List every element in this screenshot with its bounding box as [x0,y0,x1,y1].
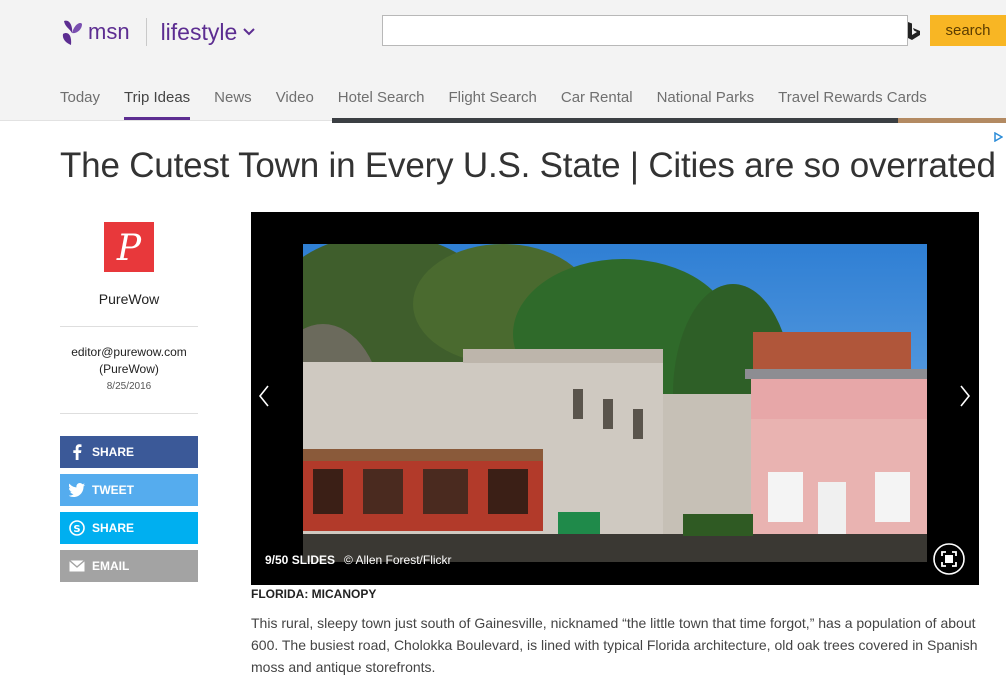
twitter-share-button[interactable]: TWEET [60,474,198,506]
nav-item-flight-search[interactable]: Flight Search [449,86,537,120]
photo-credit: © Allen Forest/Flickr [344,553,452,567]
author-logo-mark: P [116,228,142,269]
share-divider [60,413,198,414]
nav-item-news[interactable]: News [214,86,252,120]
article-title: The Cutest Town in Every U.S. State | Ci… [60,146,996,185]
facebook-icon [68,443,86,461]
bing-icon [908,22,920,40]
slide-count: 9/50 SLIDES [265,553,336,567]
nav-item-today[interactable]: Today [60,86,100,120]
nav-item-trip-ideas[interactable]: Trip Ideas [124,86,191,120]
author-email: editor@purewow.com [71,345,187,359]
slide-title: FLORIDA: MICANOPY [251,587,377,601]
facebook-share-button[interactable]: SHARE [60,436,198,468]
msn-butterfly-icon [62,20,82,45]
slide-photo [303,244,927,562]
svg-text:P: P [116,228,142,269]
slideshow: 9/50 SLIDES © Allen Forest/Flickr [251,212,979,585]
nav-item-national-parks[interactable]: National Parks [657,86,755,120]
search-input[interactable] [382,15,908,46]
chevron-down-icon[interactable] [243,27,255,37]
main-nav: Today Trip Ideas News Video Hotel Search… [60,86,951,120]
next-arrow-icon[interactable] [958,384,972,408]
author-name[interactable]: PureWow [60,291,198,307]
email-share-label: EMAIL [92,559,130,573]
logo-divider [145,18,147,46]
skype-share-label: SHARE [92,521,135,535]
brand-name: msn [88,19,130,44]
site-header: msn lifestyle search Today Trip Ideas Ne… [0,0,1006,121]
skype-share-button[interactable]: S SHARE [60,512,198,544]
search-bar: search [382,15,1006,46]
skype-icon: S [68,519,86,537]
slide-description: This rural, sleepy town just south of Ga… [251,615,978,675]
ad-banner-strip-image[interactable] [898,118,1006,123]
facebook-share-label: SHARE [92,445,135,459]
email-share-button[interactable]: EMAIL [60,550,198,582]
adchoices-icon[interactable] [993,132,1003,142]
expand-icon[interactable] [933,543,965,575]
nav-item-video[interactable]: Video [276,86,314,120]
publish-date: 8/25/2016 [106,381,152,392]
channel-name[interactable]: lifestyle [161,19,238,46]
prev-arrow-icon[interactable] [257,384,271,408]
twitter-icon [68,481,86,499]
twitter-share-label: TWEET [92,483,134,497]
search-button[interactable]: search [930,15,1006,46]
nav-item-travel-rewards-cards[interactable]: Travel Rewards Cards [778,86,927,120]
author-divider [60,326,198,327]
msn-logo[interactable]: msn lifestyle [60,16,255,48]
nav-item-hotel-search[interactable]: Hotel Search [338,86,425,120]
email-icon [68,557,86,575]
nav-item-car-rental[interactable]: Car Rental [561,86,633,120]
author-logo[interactable]: P [104,222,154,272]
author-org: (PureWow) [99,362,159,376]
svg-text:S: S [73,524,80,535]
ad-banner-strip[interactable] [332,118,898,123]
